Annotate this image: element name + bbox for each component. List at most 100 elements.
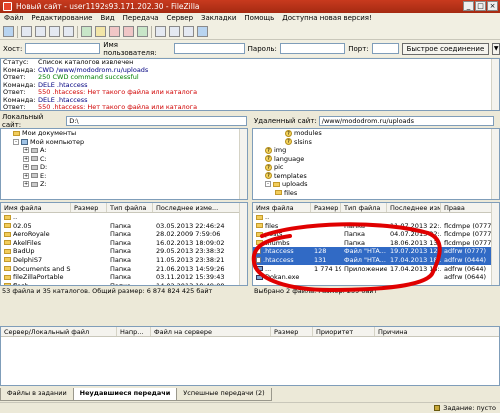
queue-col-reason[interactable]: Причина	[375, 327, 497, 336]
filter-icon[interactable]	[155, 26, 166, 37]
site-manager-icon[interactable]	[3, 26, 14, 37]
cancel-icon[interactable]	[109, 26, 120, 37]
expand-icon[interactable]: +	[23, 147, 29, 153]
tree-item[interactable]: - Мой компьютер	[1, 138, 247, 147]
tree-item[interactable]: ? slsins	[253, 138, 499, 147]
file-row[interactable]: Documents and S... Папка 21.06.2013 14:59:…	[1, 265, 247, 274]
username-input[interactable]	[173, 43, 245, 54]
file-row[interactable]: Dokan.exe adfrw (0644)	[253, 273, 499, 282]
file-row[interactable]: flash Папка 14.02.2013 19:49:08	[1, 282, 247, 285]
file-row[interactable]: BadUp Папка 29.05.2013 23:38:32	[1, 247, 247, 256]
file-row[interactable]: AeroRoyale Папка 28.02.2009 7:59:06	[1, 230, 247, 239]
file-row[interactable]: fileZillaPortable Папка 03.11.2012 15:39:4…	[1, 273, 247, 282]
tree-item[interactable]: + C:	[1, 155, 247, 164]
password-input[interactable]	[279, 43, 346, 54]
toggle-remote-tree-icon[interactable]	[49, 26, 60, 37]
quickconnect-dropdown-icon[interactable]: ▼	[492, 42, 500, 55]
menu-view[interactable]: Вид	[96, 13, 118, 24]
expand-icon[interactable]: +	[23, 181, 29, 187]
remote-file-list[interactable]: Имя файлаРазмерТип файлаПоследнее изм...…	[252, 202, 500, 286]
search-icon[interactable]	[197, 26, 208, 37]
toggle-log-icon[interactable]	[21, 26, 32, 37]
expand-icon[interactable]: +	[23, 164, 29, 170]
queue-col-direction[interactable]: Напр...	[117, 327, 151, 336]
file-row[interactable]: files Папка 11.07.2013 22:... flcdmpe (0777…	[253, 222, 499, 231]
expand-icon[interactable]: +	[23, 155, 29, 162]
tree-item[interactable]: ? modules	[253, 129, 499, 138]
queue-col-local[interactable]: Сервер/Локальный файл	[1, 327, 117, 336]
file-row[interactable]: .htaccess 131 Файл "HTA... 17.04.2013 18:..…	[253, 255, 499, 265]
tree-item[interactable]: + D:	[1, 163, 247, 172]
local-file-list[interactable]: Имя файла Размер Тип файла Последнее изме..…	[0, 202, 248, 286]
list-scrollbar[interactable]	[491, 203, 499, 285]
remote-path-input[interactable]: /www/mododrom.ru/uploads	[318, 115, 494, 126]
file-row[interactable]: posts Папка 04.07.2013 22:... flcdmpe (0777…	[253, 230, 499, 239]
minimize-button[interactable]: _	[463, 1, 474, 11]
column-header[interactable]: Размер	[71, 203, 107, 212]
tree-item[interactable]: ? pic	[253, 163, 499, 172]
log-scrollbar[interactable]	[491, 59, 499, 110]
column-header[interactable]: Права	[441, 203, 493, 212]
list-scrollbar[interactable]	[239, 203, 247, 285]
queue-col-remote[interactable]: Файл на сервере	[151, 327, 271, 336]
tree-item[interactable]: ? img	[253, 146, 499, 155]
collapse-icon[interactable]: -	[265, 181, 271, 187]
toggle-queue-icon[interactable]	[63, 26, 74, 37]
tab-successful-transfers[interactable]: Успешные передачи (2)	[176, 388, 272, 401]
transfer-queue[interactable]: Сервер/Локальный файл Напр... Файл на се…	[0, 326, 500, 386]
queue-col-priority[interactable]: Приоритет	[313, 327, 375, 336]
refresh-icon[interactable]	[81, 26, 92, 37]
port-input[interactable]	[371, 43, 399, 54]
tree-item[interactable]: + A:	[1, 146, 247, 155]
column-header[interactable]: Размер	[311, 203, 341, 212]
queue-col-size[interactable]: Размер	[271, 327, 313, 336]
local-path-input[interactable]: D:\	[66, 115, 247, 126]
quickconnect-button[interactable]: Быстрое соединение	[401, 42, 490, 55]
sync-browse-icon[interactable]	[183, 26, 194, 37]
file-row[interactable]: ..	[1, 213, 247, 222]
local-tree[interactable]: Мои документы - Мой компьютер + A: + C: + D: + E: +…	[0, 128, 248, 200]
file-row[interactable]: 02.05 Папка 03.05.2013 22:46:24	[1, 222, 247, 231]
menu-new-version[interactable]: Доступна новая версия!	[278, 13, 376, 24]
compare-icon[interactable]	[169, 26, 180, 37]
tree-item[interactable]: ? language	[253, 155, 499, 164]
column-header[interactable]: Тип файла	[107, 203, 153, 212]
tree-item[interactable]: + E:	[1, 172, 247, 181]
tree-scrollbar[interactable]	[239, 129, 247, 199]
tree-item[interactable]: Мои документы	[1, 129, 247, 138]
maximize-button[interactable]: □	[475, 1, 486, 11]
reconnect-icon[interactable]	[137, 26, 148, 37]
tree-scrollbar[interactable]	[491, 129, 499, 199]
toggle-local-tree-icon[interactable]	[35, 26, 46, 37]
close-button[interactable]: ×	[487, 1, 498, 11]
tree-item[interactable]: - uploads	[253, 180, 499, 189]
message-log[interactable]: Статус: Список каталогов извлечен Команда:…	[0, 58, 500, 111]
tree-item[interactable]: + Z:	[1, 180, 247, 189]
column-header[interactable]: Имя файла	[253, 203, 311, 212]
menu-file[interactable]: Файл	[0, 13, 27, 24]
file-row[interactable]: thumbs Папка 18.06.2013 13:... flcdmpe (077…	[253, 239, 499, 248]
file-row[interactable]: ..	[253, 213, 499, 222]
column-header[interactable]: Имя файла	[1, 203, 71, 212]
column-header[interactable]: Тип файла	[341, 203, 387, 212]
tab-failed-transfers[interactable]: Неудавшиеся передачи	[72, 388, 178, 401]
host-input[interactable]	[25, 43, 101, 54]
process-queue-icon[interactable]	[95, 26, 106, 37]
expand-icon[interactable]: +	[23, 172, 29, 179]
tab-queued-files[interactable]: Файлы в задании	[0, 388, 74, 401]
column-header[interactable]: Последнее изм...	[387, 203, 441, 212]
file-row[interactable]: ... 1 774 194Приложение17.04.2013 18:...a…	[253, 265, 499, 274]
menu-edit[interactable]: Редактирование	[27, 13, 96, 24]
tree-item[interactable]: files	[253, 189, 499, 198]
collapse-icon[interactable]: -	[13, 138, 19, 145]
file-row[interactable]: .htaccess 128 Файл "HTA... 19.07.2013 12:..…	[253, 247, 499, 256]
disconnect-icon[interactable]	[123, 26, 134, 37]
menu-bookmarks[interactable]: Закладки	[197, 13, 240, 24]
file-row[interactable]: AkelFiles Папка 16.02.2013 18:09:02	[1, 239, 247, 248]
file-row[interactable]: DelphiS7 Папка 11.05.2013 23:38:21	[1, 256, 247, 265]
menu-transfer[interactable]: Передача	[119, 13, 163, 24]
column-header[interactable]: Последнее изме...	[153, 203, 243, 212]
remote-tree[interactable]: ? modules? slsins? img? language? pic? templat…	[252, 128, 500, 200]
menu-help[interactable]: Помощь	[240, 13, 278, 24]
tree-item[interactable]: ? templates	[253, 172, 499, 181]
